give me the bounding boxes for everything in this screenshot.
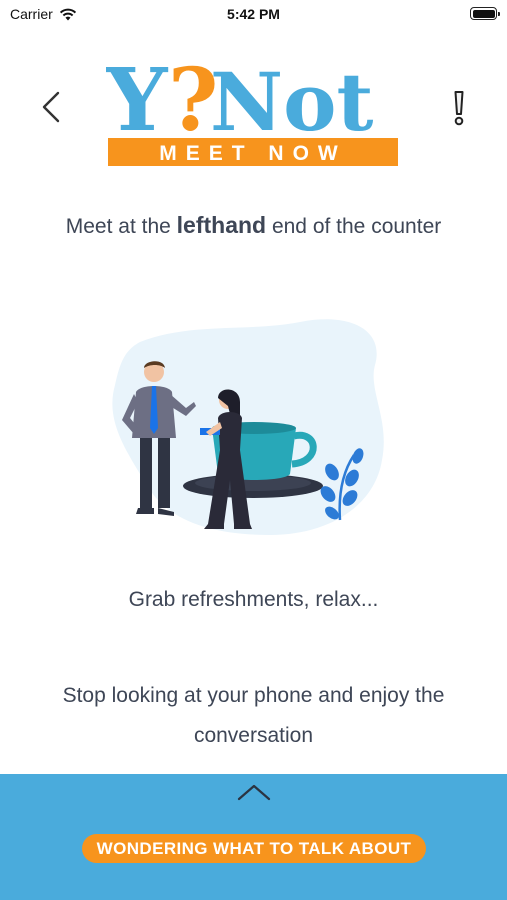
refreshments-text: Grab refreshments, relax... [128,588,379,611]
instruction-emphasis: lefthand [176,212,267,238]
logo-not: Not [210,55,373,149]
talk-topics-button[interactable]: WONDERING WHAT TO TALK ABOUT [82,834,426,863]
logo-subtitle: MEET NOW [159,142,347,165]
status-bar: Carrier 5:42 PM [0,0,507,28]
meeting-illustration [112,319,384,535]
chevron-left-icon [42,91,60,123]
conversation-text: Stop looking at your phone and enjoy the… [62,684,445,747]
status-time: 5:42 PM [227,6,280,22]
header: Y ? Not MEET NOW [0,40,507,175]
instruction-post: end of the counter [266,215,442,238]
back-button[interactable] [34,85,68,129]
logo-y: Y [106,52,169,151]
alert-button[interactable] [449,88,469,128]
instruction-pre: Meet at the [65,215,177,238]
chevron-up-icon [237,784,271,801]
bottom-panel: WONDERING WHAT TO TALK ABOUT [0,774,507,900]
expand-button[interactable] [234,780,274,804]
exclamation-icon [454,91,464,126]
battery-icon [470,7,500,20]
app-logo: Y ? Not MEET NOW [106,52,398,166]
meeting-instruction: Meet at the lefthand end of the counter [40,210,467,242]
